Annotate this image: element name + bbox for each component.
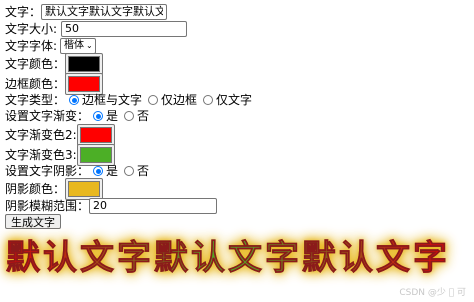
text-generator-page: 文字： 文字大小: 文字字体: 楷体 ⌄ 文字颜色： 边框颜色： 文字类型： 边… xyxy=(0,0,474,302)
font-family-row: 文字字体: 楷体 ⌄ xyxy=(5,38,96,54)
text-preview: 默认文字默认文字默认文字 xyxy=(6,229,450,279)
border-color-picker[interactable] xyxy=(65,73,104,95)
border-color-swatch xyxy=(68,76,101,92)
gradient-option-label: 否 xyxy=(137,109,150,123)
gradient-color3-label: 文字渐变色3: xyxy=(5,148,77,162)
text-type-radio-text-only[interactable] xyxy=(203,95,214,105)
border-color-label: 边框颜色： xyxy=(5,77,66,91)
text-type-option-label: 仅边框 xyxy=(161,93,198,107)
chevron-down-icon: ⌄ xyxy=(86,41,93,50)
font-size-label: 文字大小: xyxy=(5,22,58,36)
gradient-color3-row: 文字渐变色3: xyxy=(5,144,115,166)
border-color-row: 边框颜色： xyxy=(5,73,104,95)
gradient-option-label: 是 xyxy=(106,109,119,123)
shadow-color-label: 阴影颜色： xyxy=(5,182,66,196)
gradient-color2-label: 文字渐变色2: xyxy=(5,128,77,142)
shadow-color-swatch xyxy=(68,181,101,197)
gradient-radio-no[interactable] xyxy=(124,111,135,121)
shadow-radio-no[interactable] xyxy=(124,166,135,176)
text-row: 文字： xyxy=(5,4,168,20)
gradient-label: 设置文字渐变： xyxy=(5,109,90,123)
gradient-color2-row: 文字渐变色2: xyxy=(5,124,115,146)
gradient-color3-picker[interactable] xyxy=(76,144,115,166)
gradient-row: 设置文字渐变： 是 否 xyxy=(5,109,149,123)
font-color-label: 文字颜色： xyxy=(5,57,66,71)
font-color-picker[interactable] xyxy=(65,53,104,75)
shadow-blur-label: 阴影模糊范围： xyxy=(5,199,90,213)
shadow-label: 设置文字阴影： xyxy=(5,164,90,178)
gradient-color2-swatch xyxy=(79,127,112,143)
shadow-option-label: 是 xyxy=(106,164,119,178)
font-color-swatch xyxy=(68,56,101,72)
font-size-row: 文字大小: xyxy=(5,21,188,37)
shadow-color-picker[interactable] xyxy=(65,178,104,200)
text-type-radio-border-only[interactable] xyxy=(148,95,159,105)
font-size-input[interactable] xyxy=(61,21,188,37)
font-family-value: 楷体 xyxy=(64,40,85,51)
shadow-color-row: 阴影颜色： xyxy=(5,178,104,200)
font-family-select[interactable]: 楷体 ⌄ xyxy=(60,38,96,54)
generate-button[interactable]: 生成文字 xyxy=(5,214,61,229)
gradient-color3-swatch xyxy=(79,147,112,163)
text-type-option-label: 仅文字 xyxy=(216,93,253,107)
shadow-option-label: 否 xyxy=(137,164,150,178)
shadow-blur-row: 阴影模糊范围： xyxy=(5,198,218,214)
text-type-row: 文字类型： 边框与文字 仅边框 仅文字 xyxy=(5,93,252,107)
shadow-blur-input[interactable] xyxy=(89,198,218,214)
text-type-radio-border-and-text[interactable] xyxy=(69,95,80,105)
shadow-radio-yes[interactable] xyxy=(93,166,104,176)
shadow-row: 设置文字阴影： 是 否 xyxy=(5,164,149,178)
watermark: CSDN @少 ゙ 可 xyxy=(399,288,466,298)
font-color-row: 文字颜色： xyxy=(5,53,104,75)
gradient-color2-picker[interactable] xyxy=(76,124,115,146)
font-family-label: 文字字体: xyxy=(5,39,58,53)
gradient-radio-yes[interactable] xyxy=(93,111,104,121)
text-type-label: 文字类型： xyxy=(5,93,66,107)
generate-row: 生成文字 xyxy=(5,214,61,229)
text-type-option-label: 边框与文字 xyxy=(82,93,143,107)
text-input[interactable] xyxy=(41,4,168,20)
text-label: 文字： xyxy=(5,5,42,19)
